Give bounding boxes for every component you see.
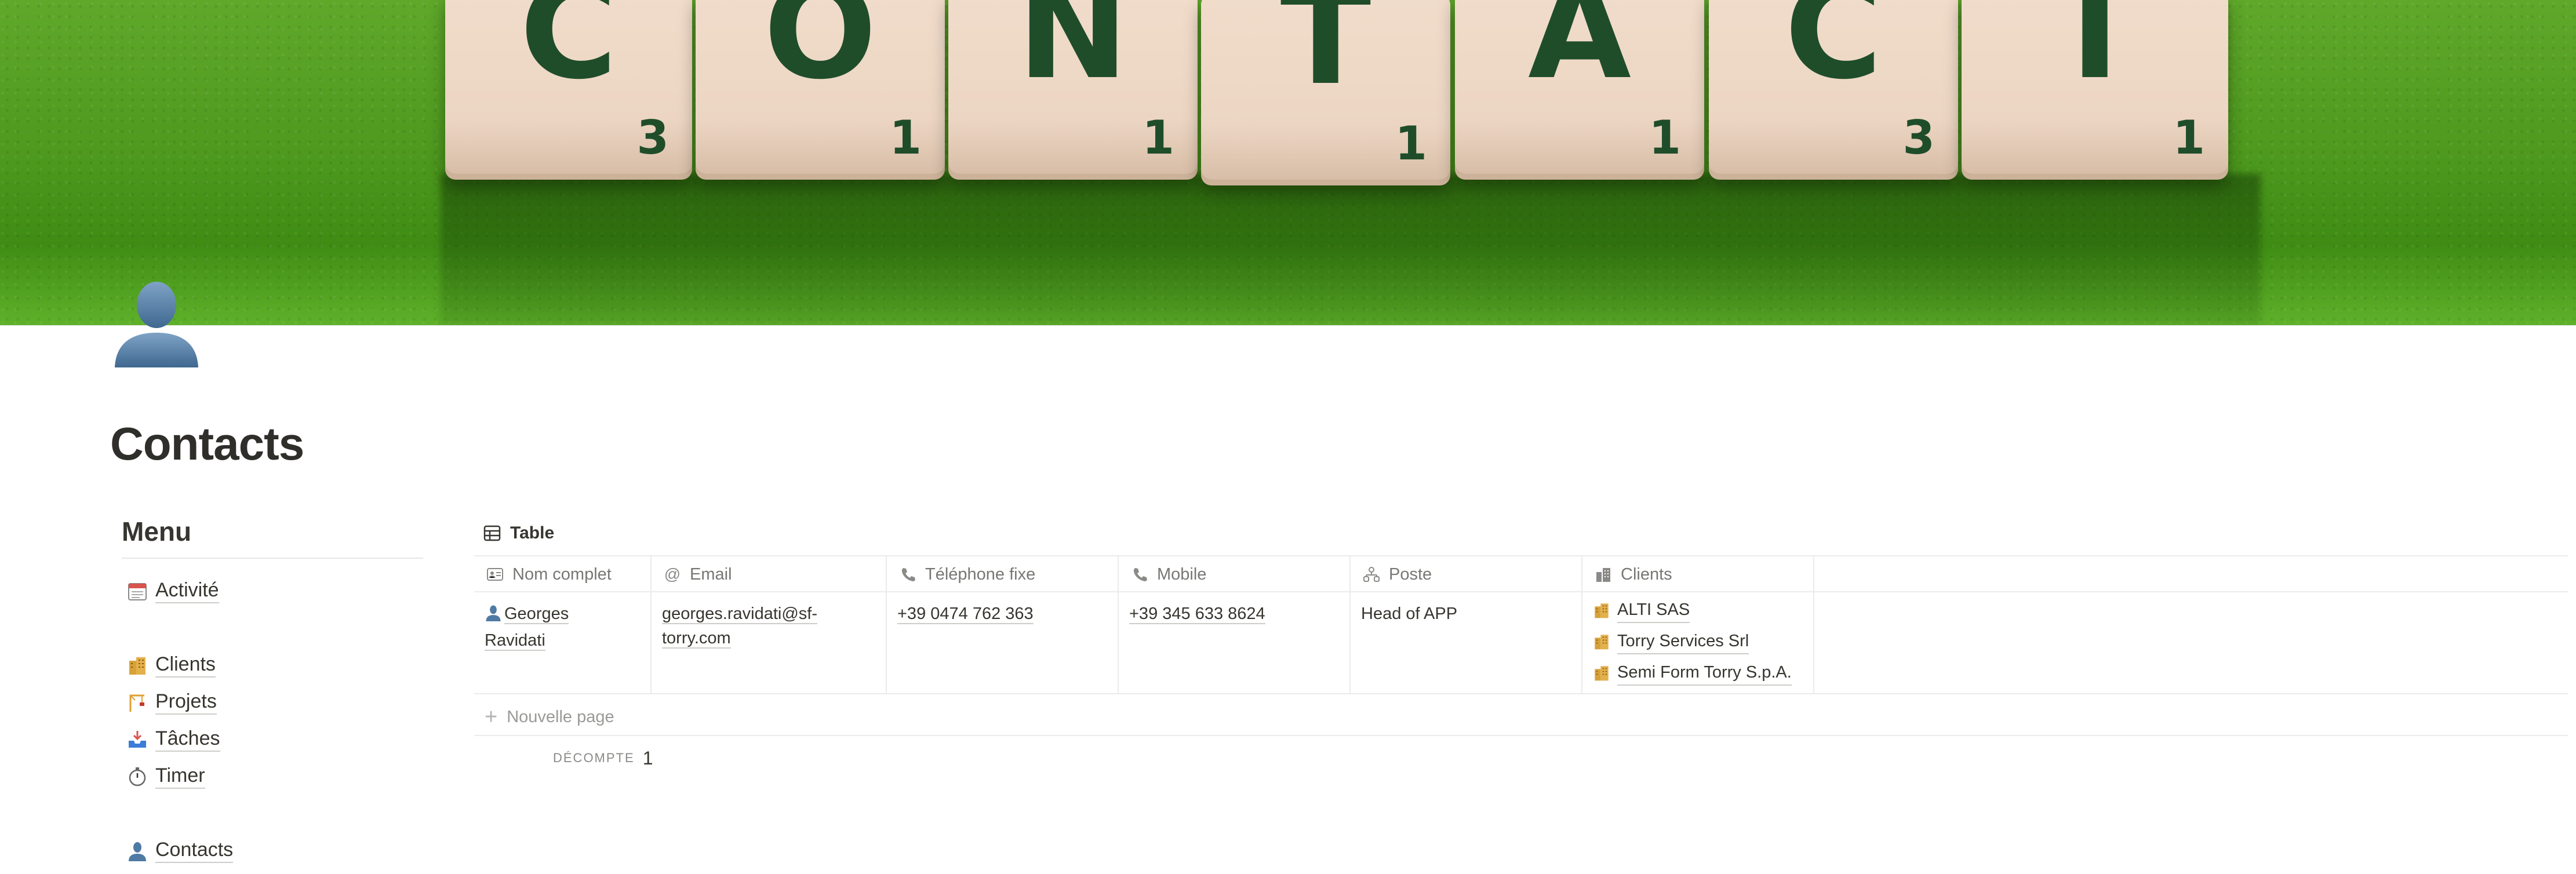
menu-item-contacts[interactable]: Contacts [124, 836, 234, 866]
count-value: 1 [642, 747, 653, 769]
tile-score: 3 [1902, 111, 1935, 165]
office-building-icon [1593, 602, 1610, 619]
menu-item-label: Activité [155, 579, 219, 603]
column-header-telephone-fixe[interactable]: Téléphone fixe [887, 556, 1119, 592]
letter-tile: O 1 [696, 0, 945, 174]
column-label: Mobile [1157, 565, 1207, 584]
calendar-icon [124, 580, 151, 603]
at-sign-icon: @ [664, 565, 681, 583]
construction-crane-icon [124, 691, 151, 714]
count-label: DÉCOMPTE [553, 751, 635, 765]
tile-letter: C [1784, 0, 1883, 109]
column-header-nom-complet[interactable]: Nom complet [474, 556, 652, 592]
menu-item-timer[interactable]: Timer [124, 762, 205, 792]
person-silhouette-icon[interactable] [110, 275, 203, 367]
office-building-icon [1593, 664, 1610, 682]
client-name: Torry Services Srl [1617, 629, 1749, 655]
letter-tile: N 1 [948, 0, 1198, 174]
column-label: Nom complet [512, 565, 612, 584]
client-relation[interactable]: Torry Services Srl [1593, 626, 1803, 657]
email-link-part2[interactable]: torry.com [662, 629, 731, 649]
tile-letter: T [2049, 0, 2141, 109]
tile-score: 1 [1649, 111, 1681, 165]
office-building-icon [1593, 633, 1610, 650]
contact-name-last: Ravidati [485, 631, 545, 651]
column-label: Clients [1621, 565, 1672, 584]
new-page-label: Nouvelle page [507, 707, 614, 726]
table-row[interactable]: Georges Ravidati georges.ravidati@sf- to… [474, 592, 2568, 694]
tab-table-view[interactable]: Table [483, 520, 554, 546]
inbox-tray-icon [124, 728, 151, 751]
menu-heading: Menu [122, 516, 423, 559]
cell-mobile[interactable]: +39 345 633 8624 [1119, 592, 1351, 693]
tile-score: 1 [889, 111, 922, 165]
row-count[interactable]: DÉCOMPTE 1 [553, 741, 653, 775]
menu-item-label: Contacts [155, 839, 234, 863]
tile-letter: T [1280, 0, 1371, 115]
cover-image: C 3 O 1 N 1 T 1 A 1 C 3 T 1 [0, 0, 2576, 326]
poste-value: Head of APP [1361, 604, 1458, 623]
cell-clients[interactable]: ALTI SAS Torry Services Srl Semi Form To… [1582, 592, 1814, 693]
person-silhouette-icon [124, 839, 151, 862]
tile-score: 1 [2173, 111, 2205, 165]
letter-tile: C 3 [445, 0, 692, 174]
letter-tile: A 1 [1455, 0, 1704, 174]
cell-telephone-fixe[interactable]: +39 0474 762 363 [887, 592, 1119, 693]
letter-tile: T 1 [1962, 0, 2228, 174]
building-icon [1593, 564, 1614, 585]
stopwatch-icon [124, 765, 151, 788]
menu-item-activite[interactable]: Activité [124, 576, 219, 606]
tile-letter: O [763, 0, 877, 109]
contact-name-first: Georges [504, 604, 569, 624]
column-label: Email [690, 565, 732, 584]
column-label: Téléphone fixe [925, 565, 1036, 584]
phone-icon [1129, 564, 1150, 585]
menu-item-label: Tâches [155, 727, 220, 752]
plus-icon: + [485, 704, 498, 729]
new-page-button[interactable]: + Nouvelle page [485, 702, 614, 731]
menu-item-label: Timer [155, 764, 205, 789]
table-header-row: Nom complet @ Email Téléphone fixe Mobil… [474, 555, 2568, 592]
tile-letter: A [1527, 0, 1631, 109]
tile-letter: N [1017, 0, 1129, 109]
client-relation[interactable]: ALTI SAS [1593, 595, 1803, 626]
column-label: Poste [1389, 565, 1432, 584]
menu-item-clients[interactable]: Clients [124, 650, 216, 680]
cell-email[interactable]: georges.ravidati@sf- torry.com [652, 592, 887, 693]
phone-icon [897, 564, 918, 585]
sidebar-menu: Menu [122, 516, 423, 559]
cell-nom-complet[interactable]: Georges Ravidati [474, 592, 652, 693]
menu-item-label: Clients [155, 653, 216, 678]
column-header-poste[interactable]: Poste [1351, 556, 1582, 592]
tile-score: 3 [636, 111, 669, 165]
letter-tile: C 3 [1709, 0, 1958, 174]
cover-tile-shadows [441, 174, 2261, 325]
tile-score: 1 [1142, 111, 1174, 165]
office-building-icon [124, 654, 151, 677]
letter-tile: T 1 [1201, 0, 1450, 180]
client-name: Semi Form Torry S.p.A. [1617, 660, 1792, 686]
telephone-link[interactable]: +39 0474 762 363 [897, 604, 1034, 624]
person-silhouette-icon [485, 604, 502, 628]
divider [474, 735, 2568, 736]
org-chart-icon [1361, 564, 1382, 585]
tile-score: 1 [1395, 116, 1427, 170]
tab-label: Table [510, 523, 555, 542]
table-icon [483, 525, 501, 541]
menu-item-label: Projets [155, 690, 217, 715]
column-header-mobile[interactable]: Mobile [1119, 556, 1351, 592]
id-card-icon [485, 564, 505, 585]
column-header-clients[interactable]: Clients [1582, 556, 1814, 592]
menu-item-taches[interactable]: Tâches [124, 724, 220, 755]
client-name: ALTI SAS [1617, 598, 1690, 624]
mobile-link[interactable]: +39 345 633 8624 [1129, 604, 1265, 624]
email-link-part1[interactable]: georges.ravidati@sf- [662, 604, 817, 624]
client-relation[interactable]: Semi Form Torry S.p.A. [1593, 657, 1803, 689]
cell-poste[interactable]: Head of APP [1351, 592, 1582, 693]
menu-item-projets[interactable]: Projets [124, 687, 217, 718]
page-title: Contacts [110, 418, 304, 469]
tile-letter: C [519, 0, 618, 109]
column-header-email[interactable]: @ Email [652, 556, 887, 592]
